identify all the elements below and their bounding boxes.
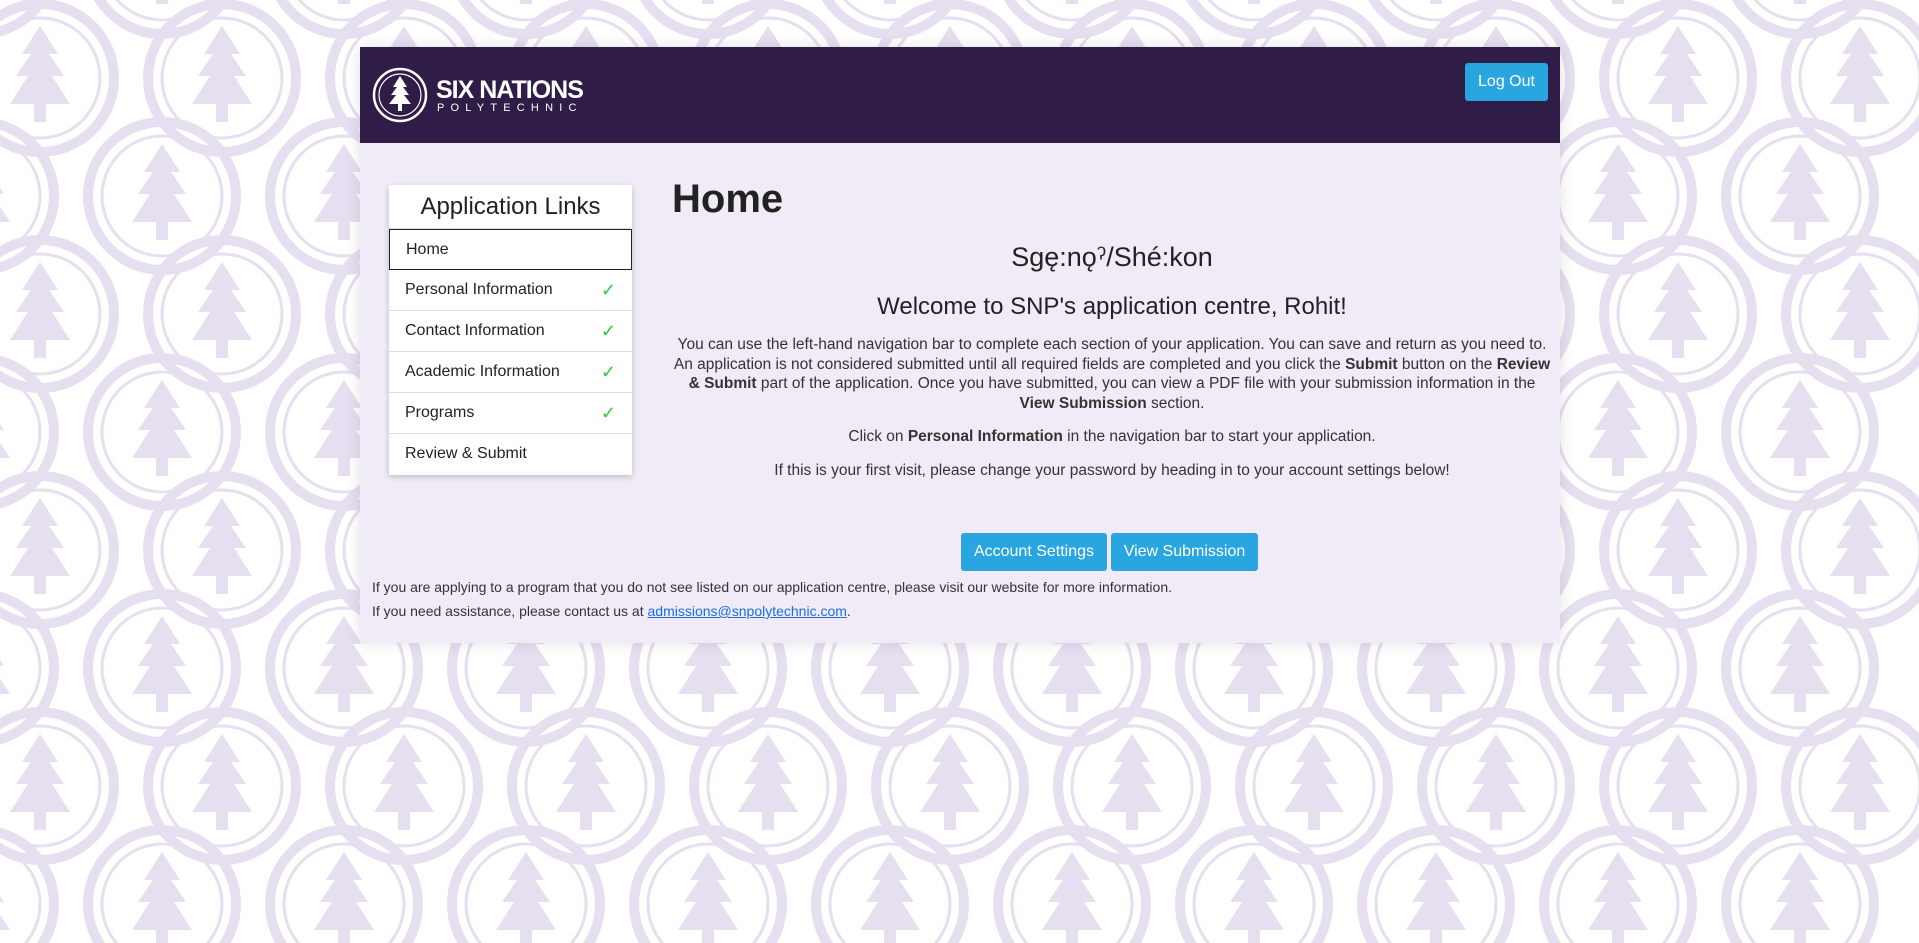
tree-emblem-icon [143, 0, 301, 157]
view-submission-button[interactable]: View Submission [1111, 533, 1258, 571]
tree-emblem-icon [629, 825, 787, 943]
tree-emblem-icon [83, 589, 241, 747]
sidebar-item-programs[interactable]: Programs ✓ [389, 393, 632, 434]
sidebar-item-label: Review & Submit [405, 445, 527, 462]
text: button on the [1397, 355, 1497, 373]
sidebar-title: Application Links [389, 185, 632, 229]
tree-emblem-icon [1357, 825, 1515, 943]
tree-emblem-icon [143, 471, 301, 629]
footer-contact-line: If you need assistance, please contact u… [372, 599, 1172, 623]
start-paragraph: Click on Personal Information in the nav… [672, 427, 1552, 447]
sidebar-item-label: Academic Information [405, 363, 560, 380]
log-out-button[interactable]: Log Out [1465, 63, 1548, 101]
page-title: Home [672, 177, 784, 221]
application-card: SIX NATIONS POLYTECHNIC Log Out Applicat… [360, 47, 1560, 643]
text: part of the application. Once you have s… [756, 375, 1536, 392]
sidebar-item-academic-information[interactable]: Academic Information ✓ [389, 352, 632, 393]
tree-emblem-icon [811, 825, 969, 943]
tree-emblem-icon [1781, 471, 1919, 629]
logo-subtitle: POLYTECHNIC [437, 102, 583, 114]
tree-emblem-icon [1781, 235, 1919, 393]
text-bold: View Submission [1019, 394, 1147, 412]
sidebar-item-personal-information[interactable]: Personal Information ✓ [389, 270, 632, 311]
tree-emblem-icon [325, 707, 483, 865]
tree-emblem-icon [1539, 117, 1697, 275]
tree-emblem-icon [1175, 825, 1333, 943]
tree-emblem-icon [1721, 353, 1879, 511]
tree-emblem-icon [1781, 0, 1919, 157]
tree-emblem-icon [689, 707, 847, 865]
tree-emblem-icon [143, 235, 301, 393]
tree-emblem-icon [1539, 589, 1697, 747]
checkmark-icon: ✓ [600, 403, 616, 423]
email-link[interactable]: admissions@snpolytechnic.com [648, 603, 847, 619]
tree-emblem-icon [1721, 117, 1879, 275]
tree-emblem-icon [1599, 235, 1757, 393]
sidebar-item-home[interactable]: Home [389, 229, 632, 270]
sidebar-item-contact-information[interactable]: Contact Information ✓ [389, 311, 632, 352]
sidebar-item-label: Home [406, 241, 449, 258]
tree-logo-icon [372, 67, 428, 123]
checkmark-icon: ✓ [600, 362, 616, 382]
sidebar-item-review-submit[interactable]: Review & Submit [389, 434, 632, 475]
welcome-heading: Welcome to SNP's application centre, Roh… [877, 293, 1347, 320]
checkmark-icon: ✓ [600, 321, 616, 341]
instructions-paragraph: You can use the left-hand navigation bar… [672, 335, 1552, 413]
tree-emblem-icon [1599, 707, 1757, 865]
tree-emblem-icon [83, 353, 241, 511]
application-links-sidebar: Application Links Home Personal Informat… [389, 185, 632, 475]
tree-emblem-icon [1781, 707, 1919, 865]
footer-program-note: If you are applying to a program that yo… [372, 579, 1172, 595]
text: . [846, 603, 851, 619]
tree-emblem-icon [993, 825, 1151, 943]
tree-emblem-icon [1235, 707, 1393, 865]
tree-emblem-icon [1599, 471, 1757, 629]
footer: If you are applying to a program that yo… [372, 575, 1172, 623]
tree-emblem-icon [871, 707, 1029, 865]
header-bar: SIX NATIONS POLYTECHNIC Log Out [360, 47, 1560, 143]
tree-emblem-icon [1053, 707, 1211, 865]
tree-emblem-icon [1539, 825, 1697, 943]
tree-emblem-icon [83, 117, 241, 275]
sidebar-item-label: Personal Information [405, 281, 553, 298]
tree-emblem-icon [1417, 707, 1575, 865]
account-settings-button[interactable]: Account Settings [961, 533, 1107, 571]
tree-emblem-icon [83, 825, 241, 943]
text-bold: Submit [1345, 355, 1398, 373]
tree-emblem-icon [1599, 0, 1757, 157]
tree-emblem-icon [1721, 589, 1879, 747]
tree-emblem-icon [1721, 825, 1879, 943]
tree-emblem-icon [1539, 353, 1697, 511]
tree-emblem-icon [447, 825, 605, 943]
greeting-heading: Sgę:nǫˀ/Shé:kon [1011, 242, 1213, 272]
tree-emblem-icon [507, 707, 665, 865]
password-notice: If this is your first visit, please chan… [774, 461, 1450, 479]
tree-emblem-icon [265, 825, 423, 943]
text: section. [1146, 394, 1205, 412]
text: Click on [848, 428, 908, 445]
text: in the navigation bar to start your appl… [1062, 428, 1376, 445]
main-content: Home Sgę:nǫˀ/Shé:kon Welcome to SNP's ap… [672, 172, 1552, 480]
tree-emblem-icon [143, 707, 301, 865]
checkmark-icon: ✓ [600, 280, 616, 300]
text-bold: Personal Information [907, 428, 1063, 445]
text: If you need assistance, please contact u… [372, 603, 648, 619]
sidebar-item-label: Programs [405, 404, 475, 421]
sidebar-item-label: Contact Information [405, 322, 545, 339]
logo-wordmark: SIX NATIONS [436, 76, 584, 104]
